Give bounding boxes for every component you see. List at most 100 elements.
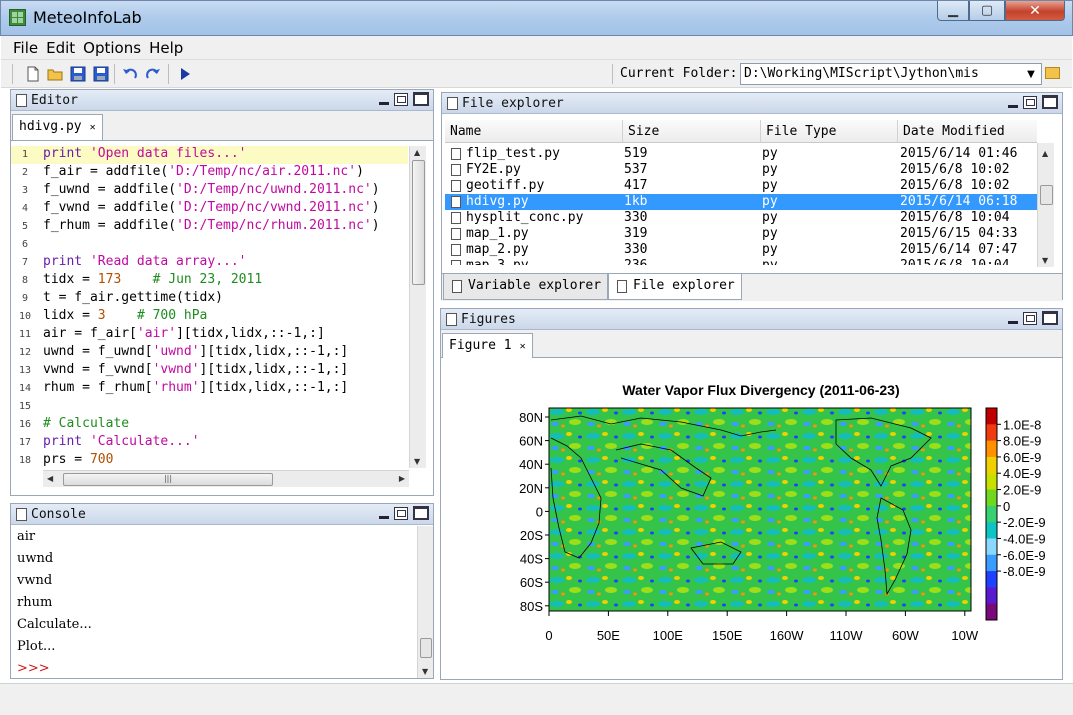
file-row[interactable]: FY2E.py 537 py 2015/6/8 10:02 — [445, 162, 1037, 178]
file-row[interactable]: map_2.py 330 py 2015/6/14 07:47 — [445, 242, 1037, 258]
console-prompt[interactable]: >>> — [11, 658, 419, 680]
menu-options[interactable]: Options — [83, 39, 141, 57]
column-divider[interactable] — [622, 120, 623, 143]
browse-folder-icon[interactable] — [1045, 67, 1060, 79]
file-name: flip_test.py — [466, 146, 560, 161]
column-header-type[interactable]: File Type — [766, 124, 836, 139]
column-header-name[interactable]: Name — [450, 124, 481, 139]
file-row[interactable]: map_1.py 319 py 2015/6/15 04:33 — [445, 226, 1037, 242]
panel-minimize-icon[interactable] — [379, 515, 389, 519]
editor-vertical-scrollbar[interactable]: ▲ ▼ — [409, 146, 426, 468]
colorbar-tick-label: 6.0E-9 — [1003, 450, 1041, 465]
console-output[interactable]: air uwnd vwnd rhum Calculate... Plot... … — [11, 526, 419, 678]
scrollbar-thumb[interactable] — [1040, 185, 1053, 205]
scroll-down-icon[interactable]: ▼ — [1042, 256, 1048, 265]
maximize-button[interactable]: ▢ — [969, 1, 1005, 21]
lon-tick-label: 10W — [951, 628, 978, 643]
scroll-down-icon[interactable]: ▼ — [422, 667, 428, 676]
file-row[interactable]: geotiff.py 417 py 2015/6/8 10:02 — [445, 178, 1037, 194]
code-area[interactable]: 1 print 'Open data files...' 2 f_air = addf… — [11, 146, 408, 482]
menu-edit[interactable]: Edit — [46, 39, 75, 57]
scroll-up-icon[interactable]: ▲ — [414, 148, 420, 157]
column-divider[interactable] — [760, 120, 761, 143]
code-line[interactable]: 4 f_vwnd = addfile('D:/Temp/nc/vwnd.2011.… — [11, 200, 408, 218]
code-line[interactable]: 1 print 'Open data files...' — [11, 146, 408, 164]
close-icon[interactable]: ✕ — [90, 122, 96, 133]
panel-maximize-icon[interactable] — [413, 506, 429, 520]
file-row[interactable]: map_3.py 236 py 2015/6/8 10:04 — [445, 258, 1037, 265]
code-line[interactable]: 5 f_rhum = addfile('D:/Temp/nc/rhum.2011.… — [11, 218, 408, 236]
column-header-size[interactable]: Size — [628, 124, 659, 139]
tab-figure-1[interactable]: Figure 1 ✕ — [442, 333, 533, 359]
panel-doc-icon — [16, 93, 27, 107]
code-line[interactable]: 9 t = f_air.gettime(tidx) — [11, 290, 408, 308]
tab-label: hdivg.py — [19, 119, 82, 134]
minimize-button[interactable]: ▁ — [937, 1, 969, 21]
scroll-down-icon[interactable]: ▼ — [414, 457, 420, 466]
scroll-up-icon[interactable]: ▲ — [1042, 149, 1048, 158]
tab-file-explorer[interactable]: File explorer — [608, 274, 742, 300]
run-script-icon[interactable] — [177, 66, 193, 82]
save-as-icon[interactable] — [93, 66, 109, 82]
panel-float-icon[interactable] — [1023, 95, 1037, 109]
menu-help[interactable]: Help — [149, 39, 183, 57]
editor-horizontal-scrollbar[interactable]: ◀ ||| ▶ — [43, 470, 409, 487]
tab-hdivg[interactable]: hdivg.py ✕ — [12, 114, 103, 140]
toolbar: Current Folder: D:\Working\MIScript\Jyth… — [1, 60, 1072, 88]
console-vertical-scrollbar[interactable]: ▼ — [417, 526, 433, 678]
scrollbar-thumb[interactable] — [420, 638, 432, 658]
panel-maximize-icon[interactable] — [413, 92, 429, 106]
column-divider[interactable] — [897, 120, 898, 143]
column-header-date[interactable]: Date Modified — [903, 124, 1005, 139]
app-icon — [9, 9, 26, 26]
file-row[interactable]: hdivg.py 1kb py 2015/6/14 06:18 — [445, 194, 1037, 210]
panel-float-icon[interactable] — [394, 506, 408, 520]
panel-float-icon[interactable] — [1023, 311, 1037, 325]
panel-minimize-icon[interactable] — [1008, 320, 1018, 324]
new-file-icon[interactable] — [25, 66, 41, 82]
redo-icon[interactable] — [145, 66, 161, 82]
chevron-down-icon[interactable]: ▼ — [1021, 64, 1041, 84]
save-icon[interactable] — [70, 66, 86, 82]
panel-maximize-icon[interactable] — [1042, 95, 1058, 109]
tab-variable-explorer[interactable]: Variable explorer — [443, 274, 609, 300]
file-explorer-vertical-scrollbar[interactable]: ▲ ▼ — [1037, 143, 1054, 267]
line-number: 10 — [18, 311, 32, 322]
figure-canvas[interactable]: Water Vapor Flux Divergency (2011-06-23)… — [441, 358, 1062, 679]
line-number: 16 — [18, 419, 32, 430]
title-bar — [0, 0, 1073, 36]
scrollbar-thumb[interactable]: ||| — [63, 473, 273, 486]
panel-float-icon[interactable] — [394, 92, 408, 106]
code-line[interactable]: 10 lidx = 3 # 700 hPa — [11, 308, 408, 326]
menu-file[interactable]: File — [13, 39, 38, 57]
code-line[interactable]: 2 f_air = addfile('D:/Temp/nc/air.2011.nc… — [11, 164, 408, 182]
code-line[interactable]: 6 — [11, 236, 408, 254]
code-line[interactable]: 11 air = f_air['air'][tidx,lidx,::-1,:] — [11, 326, 408, 344]
close-button[interactable]: ✕ — [1005, 1, 1065, 21]
open-folder-icon[interactable] — [47, 66, 63, 82]
panel-minimize-icon[interactable] — [1008, 104, 1018, 108]
code-line[interactable]: 17 print 'Calculate...' — [11, 434, 408, 452]
code-line[interactable]: 14 rhum = f_rhum['rhum'][tidx,lidx,::-1,:… — [11, 380, 408, 398]
code-line[interactable]: 13 vwnd = f_vwnd['vwnd'][tidx,lidx,::-1,:… — [11, 362, 408, 380]
code-line[interactable]: 8 tidx = 173 # Jun 23, 2011 — [11, 272, 408, 290]
code-line[interactable]: 15 — [11, 398, 408, 416]
code-line[interactable]: 7 print 'Read data array...' — [11, 254, 408, 272]
undo-icon[interactable] — [122, 66, 138, 82]
code-line[interactable]: 12 uwnd = f_uwnd['uwnd'][tidx,lidx,::-1,:… — [11, 344, 408, 362]
code-line[interactable]: 18 prs = 700 — [11, 452, 408, 470]
panel-maximize-icon[interactable] — [1042, 311, 1058, 325]
file-row[interactable]: flip_test.py 519 py 2015/6/14 01:46 — [445, 146, 1037, 162]
code-token: 'Calculate...' — [89, 434, 200, 449]
close-icon[interactable]: ✕ — [520, 341, 526, 352]
scroll-left-icon[interactable]: ◀ — [47, 474, 53, 483]
code-line[interactable]: 3 f_uwnd = addfile('D:/Temp/nc/uwnd.2011.… — [11, 182, 408, 200]
code-token: # Calculate — [43, 416, 130, 431]
file-row[interactable]: hysplit_conc.py 330 py 2015/6/8 10:04 — [445, 210, 1037, 226]
scrollbar-thumb[interactable] — [412, 160, 425, 285]
panel-minimize-icon[interactable] — [379, 101, 389, 105]
code-line[interactable]: 16 # Calculate — [11, 416, 408, 434]
current-folder-combo[interactable]: D:\Working\MIScript\Jython\mis — [740, 63, 1042, 85]
code-token: lidx = — [43, 308, 98, 323]
scroll-right-icon[interactable]: ▶ — [399, 474, 405, 483]
